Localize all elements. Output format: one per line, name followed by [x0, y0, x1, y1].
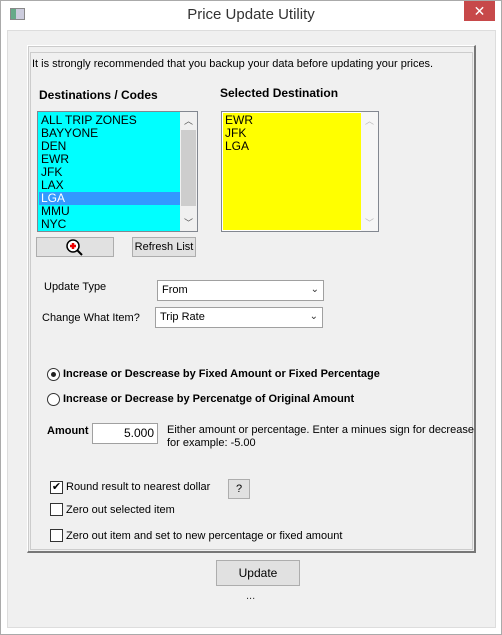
- scroll-up-icon[interactable]: ︿: [361, 114, 378, 127]
- amount-input[interactable]: 5.000: [92, 423, 158, 444]
- round-checkbox-label[interactable]: Round result to nearest dollar: [66, 481, 210, 493]
- change-item-value: Trip Rate: [160, 311, 205, 323]
- update-type-label: Update Type: [44, 281, 107, 293]
- selected-destination-item[interactable]: LGA: [223, 140, 361, 153]
- selected-destination-list[interactable]: EWR JFK LGA ︿ ﹀: [221, 111, 379, 232]
- status-text: ...: [246, 590, 256, 602]
- destinations-scrollbar[interactable]: ︿ ﹀: [180, 112, 197, 231]
- backup-warning: It is strongly recommended that you back…: [32, 58, 434, 70]
- zero-out-checkbox[interactable]: [50, 503, 63, 516]
- window-title: Price Update Utility: [187, 6, 315, 23]
- zero-out-set-checkbox[interactable]: [50, 529, 63, 542]
- destinations-list[interactable]: ALL TRIP ZONES BAYYONE DEN EWR JFK LAX LGA MMU N…: [37, 111, 198, 232]
- update-type-value: From: [162, 284, 188, 296]
- magnifier-icon: [66, 239, 83, 256]
- amount-help-line1: Either amount or percentage. Enter a min…: [167, 424, 474, 436]
- destination-item[interactable]: NYC: [39, 218, 180, 231]
- scroll-down-icon[interactable]: ﹀: [361, 216, 378, 229]
- close-button[interactable]: ✕: [464, 1, 495, 21]
- scroll-down-icon[interactable]: ﹀: [180, 216, 197, 229]
- percentage-radio-label[interactable]: Increase or Decrease by Percenatge of Or…: [63, 393, 354, 405]
- amount-label: Amount: [47, 425, 89, 437]
- update-type-select[interactable]: From ⌄: [157, 280, 324, 301]
- scroll-thumb[interactable]: [181, 130, 196, 206]
- scroll-up-icon[interactable]: ︿: [180, 114, 197, 127]
- fixed-amount-radio-label[interactable]: Increase or Descrease by Fixed Amount or…: [63, 368, 380, 380]
- change-item-select[interactable]: Trip Rate ⌄: [155, 307, 323, 328]
- help-button[interactable]: ?: [228, 479, 250, 499]
- chevron-down-icon: ⌄: [310, 284, 319, 295]
- selected-scrollbar[interactable]: ︿ ﹀: [361, 112, 378, 231]
- amount-help-line2: for example: -5.00: [167, 437, 256, 449]
- destinations-label: Destinations / Codes: [39, 88, 158, 102]
- percentage-radio[interactable]: [47, 393, 60, 406]
- round-checkbox[interactable]: ✔: [50, 481, 63, 494]
- selected-destination-label: Selected Destination: [220, 86, 339, 100]
- zoom-button[interactable]: [36, 237, 114, 257]
- chevron-down-icon: ⌄: [309, 311, 318, 322]
- zero-out-set-checkbox-label[interactable]: Zero out item and set to new percentage …: [66, 530, 342, 542]
- fixed-amount-radio[interactable]: [47, 368, 60, 381]
- update-button[interactable]: Update: [216, 560, 300, 586]
- refresh-list-button[interactable]: Refresh List: [132, 237, 196, 257]
- zero-out-checkbox-label[interactable]: Zero out selected item: [66, 504, 175, 516]
- change-item-label: Change What Item?: [42, 312, 140, 324]
